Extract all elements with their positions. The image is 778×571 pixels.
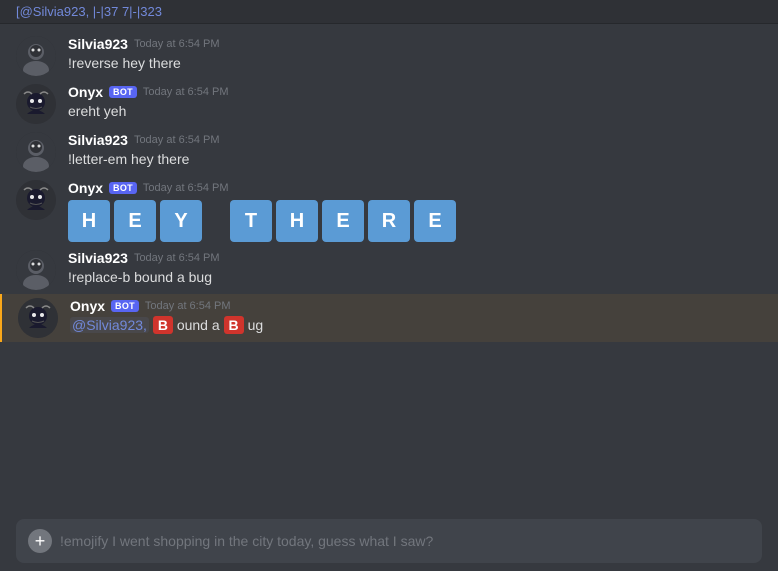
- message-text: ereht yeh: [68, 102, 762, 122]
- message-header: Onyx BOT Today at 6:54 PM: [68, 84, 762, 100]
- mention-bar-text: [@Silvia923, |-|37 7|-|323: [16, 4, 162, 19]
- table-row: Silvia923 Today at 6:54 PM !reverse hey …: [0, 32, 778, 80]
- avatar: [18, 298, 58, 338]
- message-content: Silvia923 Today at 6:54 PM !reverse hey …: [68, 36, 762, 74]
- message-header: Silvia923 Today at 6:54 PM: [68, 250, 762, 266]
- username: Onyx: [70, 298, 105, 314]
- timestamp: Today at 6:54 PM: [134, 38, 220, 50]
- b-highlight-2: B: [224, 316, 244, 334]
- b-highlight-1: B: [153, 316, 173, 334]
- bot-badge: BOT: [111, 300, 139, 312]
- letter-box-H2: H: [276, 200, 318, 242]
- message-text: !reverse hey there: [68, 54, 762, 74]
- timestamp: Today at 6:54 PM: [134, 134, 220, 146]
- message-header: Silvia923 Today at 6:54 PM: [68, 132, 762, 148]
- message-content: Silvia923 Today at 6:54 PM !letter-em he…: [68, 132, 762, 170]
- username: Onyx: [68, 180, 103, 196]
- table-row: Onyx BOT Today at 6:54 PM @Silvia923, B …: [0, 294, 778, 342]
- username: Silvia923: [68, 250, 128, 266]
- add-button[interactable]: +: [28, 529, 52, 553]
- input-placeholder[interactable]: !emojify I went shopping in the city tod…: [60, 533, 750, 549]
- timestamp: Today at 6:54 PM: [145, 300, 231, 312]
- ug-text: ug: [248, 317, 264, 333]
- bot-badge: BOT: [109, 86, 137, 98]
- mention-bar: [@Silvia923, |-|37 7|-|323: [0, 0, 778, 24]
- letter-box-space: [206, 200, 226, 242]
- letter-box-T: T: [230, 200, 272, 242]
- table-row: Onyx BOT Today at 6:54 PM ereht yeh: [0, 80, 778, 128]
- ound-text: ound a: [177, 317, 224, 333]
- avatar: [16, 84, 56, 124]
- username: Silvia923: [68, 132, 128, 148]
- letter-box-E3: E: [414, 200, 456, 242]
- message-content: Onyx BOT Today at 6:54 PM H E Y T H E R …: [68, 180, 762, 242]
- letter-box-E2: E: [322, 200, 364, 242]
- username: Onyx: [68, 84, 103, 100]
- letter-box-E: E: [114, 200, 156, 242]
- username: Silvia923: [68, 36, 128, 52]
- table-row: Silvia923 Today at 6:54 PM !letter-em he…: [0, 128, 778, 176]
- letter-box-R: R: [368, 200, 410, 242]
- timestamp: Today at 6:54 PM: [143, 86, 229, 98]
- message-content: Onyx BOT Today at 6:54 PM @Silvia923, B …: [70, 298, 762, 336]
- avatar: [16, 36, 56, 76]
- message-header: Silvia923 Today at 6:54 PM: [68, 36, 762, 52]
- letter-box-H: H: [68, 200, 110, 242]
- message-text: !letter-em hey there: [68, 150, 762, 170]
- timestamp: Today at 6:54 PM: [143, 182, 229, 194]
- letter-boxes: H E Y T H E R E: [68, 200, 762, 242]
- letter-box-Y: Y: [160, 200, 202, 242]
- table-row: Silvia923 Today at 6:54 PM !replace-b bo…: [0, 246, 778, 294]
- table-row: Onyx BOT Today at 6:54 PM H E Y T H E R …: [0, 176, 778, 246]
- bot-badge: BOT: [109, 182, 137, 194]
- replace-b-message: @Silvia923, B ound a B ug: [70, 316, 762, 336]
- mention-text: @Silvia923,: [70, 317, 149, 333]
- message-header: Onyx BOT Today at 6:54 PM: [70, 298, 762, 314]
- avatar: [16, 250, 56, 290]
- message-content: Silvia923 Today at 6:54 PM !replace-b bo…: [68, 250, 762, 288]
- chat-area: Silvia923 Today at 6:54 PM !reverse hey …: [0, 24, 778, 511]
- avatar: [16, 132, 56, 172]
- message-content: Onyx BOT Today at 6:54 PM ereht yeh: [68, 84, 762, 122]
- input-area: + !emojify I went shopping in the city t…: [16, 519, 762, 563]
- message-text: !replace-b bound a bug: [68, 268, 762, 288]
- avatar: [16, 180, 56, 220]
- message-header: Onyx BOT Today at 6:54 PM: [68, 180, 762, 196]
- timestamp: Today at 6:54 PM: [134, 252, 220, 264]
